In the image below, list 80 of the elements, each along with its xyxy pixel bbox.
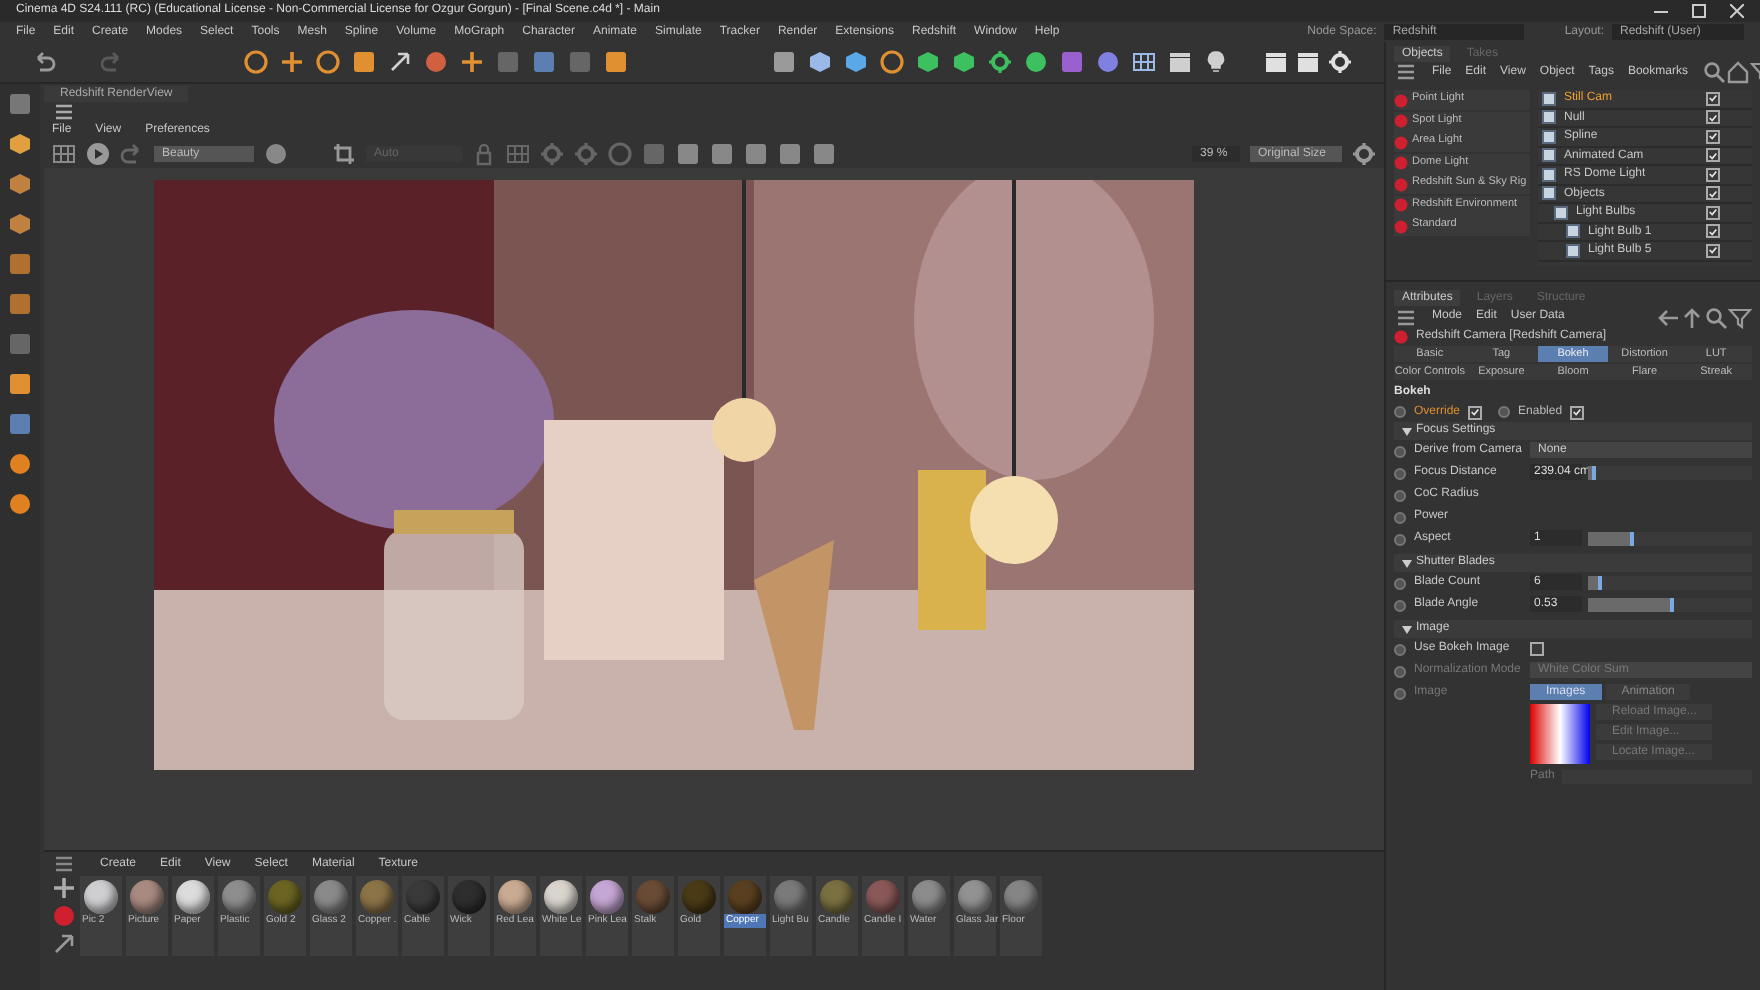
settings-icon[interactable] [988, 50, 1012, 74]
plus-icon[interactable] [280, 50, 304, 74]
checkbox[interactable] [1706, 129, 1720, 144]
dot-icon[interactable] [424, 50, 448, 74]
checkbox[interactable] [1706, 91, 1720, 106]
maximize-icon[interactable] [1692, 4, 1706, 18]
arrow-icon[interactable] [388, 50, 412, 74]
grid-icon[interactable] [52, 142, 76, 166]
square-icon[interactable] [532, 50, 556, 74]
checkbox[interactable] [1468, 405, 1483, 419]
cube-icon[interactable] [8, 132, 32, 156]
menu-icon[interactable] [52, 100, 76, 124]
dot-icon[interactable] [1024, 50, 1048, 74]
play-icon[interactable] [86, 142, 110, 166]
square-icon[interactable] [8, 292, 32, 316]
cube-icon[interactable] [916, 50, 940, 74]
checkbox[interactable] [1706, 186, 1720, 201]
bulb-icon[interactable] [1204, 50, 1228, 74]
slider-track[interactable] [1588, 597, 1752, 611]
back-arrow-icon[interactable] [1656, 305, 1680, 329]
home-icon[interactable] [1725, 60, 1750, 84]
square-icon[interactable] [8, 332, 32, 356]
checkbox[interactable] [1706, 110, 1720, 125]
menu-icon[interactable] [1394, 60, 1418, 84]
square-icon[interactable] [8, 372, 32, 396]
dot-icon[interactable] [264, 142, 288, 166]
grid-icon[interactable] [1132, 50, 1156, 74]
ring-icon[interactable] [316, 50, 340, 74]
square-icon[interactable] [8, 252, 32, 276]
dot-icon[interactable] [8, 492, 32, 516]
menu-icon[interactable] [52, 852, 76, 876]
slider-track[interactable] [1588, 575, 1752, 589]
square-icon[interactable] [604, 50, 628, 74]
slider-track[interactable] [1588, 465, 1752, 479]
checkbox[interactable] [1530, 642, 1544, 656]
square-icon[interactable] [710, 142, 734, 166]
cube-icon[interactable] [808, 50, 832, 74]
dot-icon[interactable] [1096, 50, 1120, 74]
plus-icon[interactable] [460, 50, 484, 74]
square-icon[interactable] [772, 50, 796, 74]
square-icon[interactable] [8, 412, 32, 436]
cube-icon[interactable] [8, 212, 32, 236]
checkbox[interactable] [1706, 224, 1720, 239]
cube-icon[interactable] [952, 50, 976, 74]
slider-track[interactable] [1588, 531, 1752, 545]
ring-icon[interactable] [244, 50, 268, 74]
check-icon [1572, 406, 1583, 418]
checkbox[interactable] [1706, 167, 1720, 182]
crop-icon[interactable] [332, 142, 356, 166]
checkbox[interactable] [1706, 243, 1720, 258]
undo-icon[interactable] [32, 50, 56, 74]
square-icon[interactable] [744, 142, 768, 166]
checkbox[interactable] [1706, 148, 1720, 163]
square-icon[interactable] [812, 142, 836, 166]
close-icon[interactable] [1730, 4, 1744, 18]
menu-icon[interactable] [1394, 305, 1418, 329]
search-icon[interactable] [1704, 305, 1728, 329]
square-icon[interactable] [8, 92, 32, 116]
cube-icon[interactable] [844, 50, 868, 74]
gradient-preview [1530, 704, 1590, 764]
up-arrow-icon[interactable] [1680, 305, 1704, 329]
cube-icon[interactable] [8, 172, 32, 196]
checkbox[interactable] [1570, 405, 1585, 419]
dot-icon[interactable] [52, 904, 76, 928]
collapse-icon [1402, 427, 1412, 435]
settings-icon[interactable] [1352, 142, 1376, 166]
ring-icon[interactable] [880, 50, 904, 74]
square-icon[interactable] [1060, 50, 1084, 74]
collapse-icon [1402, 559, 1412, 567]
search-icon[interactable] [1701, 60, 1726, 84]
check-icon [1470, 406, 1481, 418]
square-icon[interactable] [676, 142, 700, 166]
square-icon[interactable] [352, 50, 376, 74]
dot-icon[interactable] [8, 452, 32, 476]
checkbox[interactable] [1706, 205, 1720, 220]
collapse-icon [1402, 625, 1412, 633]
square-icon[interactable] [778, 142, 802, 166]
arrow-icon[interactable] [52, 932, 76, 956]
filter-icon[interactable] [1728, 305, 1752, 329]
plus-icon[interactable] [52, 876, 76, 900]
